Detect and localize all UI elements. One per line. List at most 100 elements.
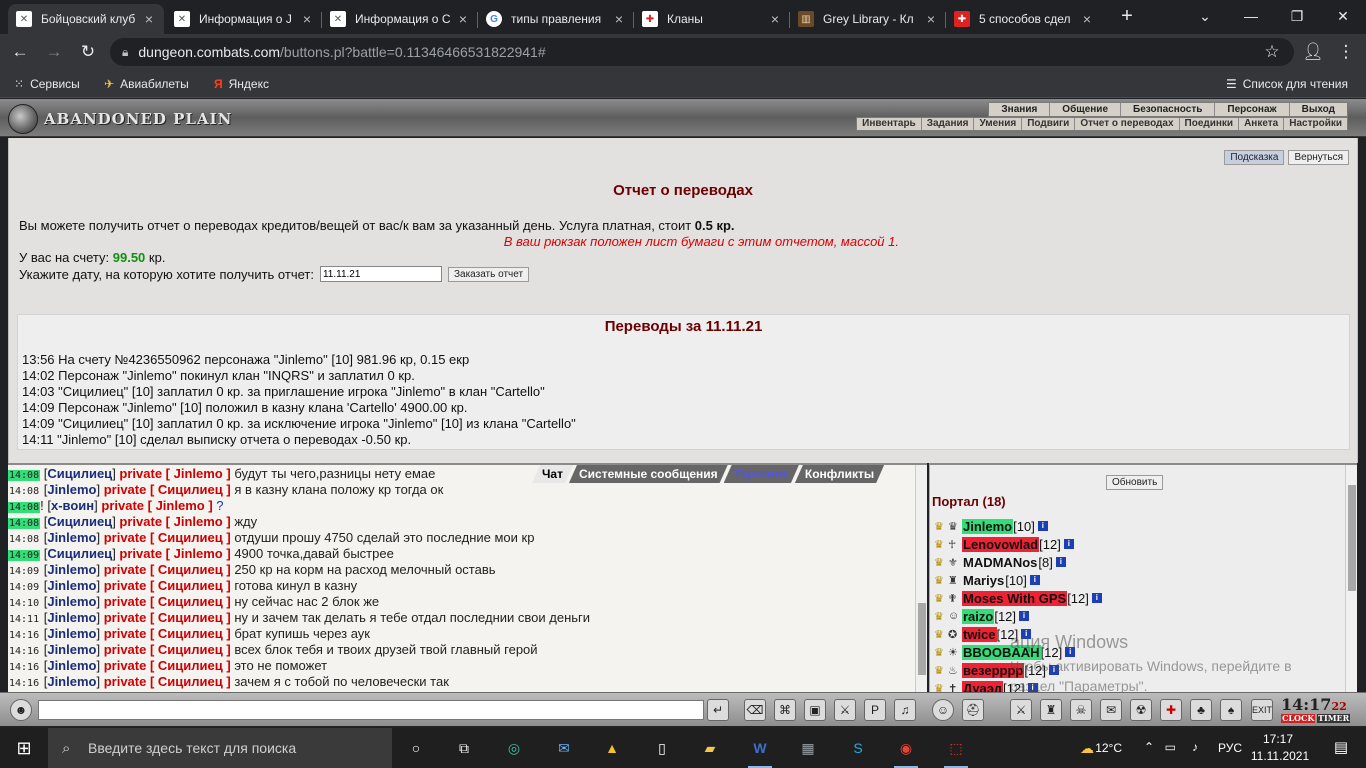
drive-icon[interactable]: ▲ (600, 736, 624, 760)
bookmark-services[interactable]: ⁙ Сервисы (14, 75, 80, 93)
clan-icon[interactable]: ☥ (948, 538, 960, 551)
private-recipient[interactable]: private [ Сицилиец ] (104, 642, 231, 657)
scroll-icon[interactable]: ✉ (1100, 699, 1122, 721)
tab-google[interactable]: G типы правления × (478, 4, 634, 34)
tab-chat[interactable]: Чат (532, 465, 573, 483)
profile-icon[interactable]: 👤︎ (1301, 40, 1325, 64)
message-time[interactable]: 14:16 (8, 630, 40, 641)
info-icon[interactable]: i (1037, 521, 1048, 531)
private-recipient[interactable]: private [ Сицилиец ] (104, 658, 231, 673)
language-indicator[interactable]: РУС (1218, 741, 1242, 755)
bookmark-flights[interactable]: ✈ Авиабилеты (104, 75, 189, 93)
sender-name[interactable]: Сицилиец (47, 466, 112, 481)
back-button[interactable]: Вернуться (1288, 150, 1349, 165)
exit-button[interactable]: EXIT (1251, 699, 1273, 721)
tray-time[interactable]: 17:17 (1250, 732, 1306, 746)
taskbar-search[interactable]: ⌕ Введите здесь текст для поиска (48, 728, 392, 768)
bag-icon[interactable]: ♜ (1040, 699, 1062, 721)
sender-name[interactable]: Jinlemo (47, 578, 96, 593)
private-recipient[interactable]: private [ Сицилиец ] (104, 530, 231, 545)
close-tab-icon[interactable]: × (456, 11, 470, 27)
tab-clans[interactable]: ✚ Кланы × (634, 4, 790, 34)
notification-icon[interactable]: ▤ (1334, 738, 1348, 756)
player-scrollbar[interactable] (1345, 465, 1357, 692)
info-icon[interactable]: i (1091, 593, 1102, 603)
tray-date[interactable]: 11.11.2021 (1244, 749, 1316, 763)
star-icon[interactable]: ☆ (1260, 40, 1284, 64)
player-row[interactable]: ♛ ☺ raizo [12] i (934, 607, 1342, 625)
close-tab-icon[interactable]: × (142, 11, 156, 27)
submenu-item[interactable]: Задания (920, 118, 974, 130)
eraser-icon[interactable]: ⌫ (744, 699, 766, 721)
message-time[interactable]: 14:09 (8, 550, 41, 561)
private-recipient[interactable]: private [ Сицилиец ] (104, 562, 231, 577)
message-time[interactable]: 14:09 (8, 566, 40, 577)
player-row[interactable]: ♛ ♛ Jinlemo [10] i (934, 517, 1342, 535)
tab-trade[interactable]: Торговля (724, 465, 799, 483)
submenu-item[interactable]: Умения (973, 118, 1021, 130)
sender-name[interactable]: Сицилиец (47, 514, 112, 529)
refresh-button[interactable]: Обновить (1106, 475, 1164, 490)
close-tab-icon[interactable]: × (612, 11, 626, 27)
message-time[interactable]: 14:08 (8, 470, 41, 481)
bookmark-yandex[interactable]: Я Яндекс (214, 75, 269, 93)
menu-item[interactable]: Персонаж (1214, 103, 1288, 116)
message-time[interactable]: 14:08 (8, 518, 41, 529)
cortana-icon[interactable]: ○ (404, 736, 428, 760)
message-time[interactable]: 14:16 (8, 646, 40, 657)
player-row[interactable]: ♛ ☥ Lenovowlad [12] i (934, 535, 1342, 553)
message-time[interactable]: 14:08 (8, 534, 40, 545)
private-recipient[interactable]: private [ Сицилиец ] (104, 594, 231, 609)
minimize-button[interactable]: — (1228, 0, 1274, 32)
player-name[interactable]: Mariys (962, 573, 1005, 588)
reading-list[interactable]: ☰ Список для чтения (1226, 75, 1348, 93)
clan-icon[interactable]: ♨ (948, 664, 960, 677)
message-time[interactable]: 14:08 (8, 486, 40, 497)
kebab-menu-icon[interactable]: ⋮ (1334, 40, 1358, 64)
private-recipient[interactable]: private [ Jinlemo ] (119, 514, 230, 529)
save-icon[interactable]: ▣ (804, 699, 826, 721)
close-tab-icon[interactable]: × (924, 11, 938, 27)
submenu-item[interactable]: Настройки (1283, 118, 1347, 130)
order-report-button[interactable]: Заказать отчет (447, 266, 530, 282)
edge-icon[interactable]: ◎ (502, 736, 526, 760)
folder-icon[interactable]: ▰ (698, 736, 722, 760)
sender-name[interactable]: Jinlemo (47, 482, 96, 497)
hint-button[interactable]: Подсказка (1224, 150, 1285, 165)
close-tab-icon[interactable]: × (1080, 11, 1094, 27)
network-icon[interactable]: ▭ (1165, 740, 1176, 754)
submenu-item[interactable]: Поединки (1178, 118, 1239, 130)
mask-icon[interactable]: ☠ (1070, 699, 1092, 721)
private-recipient[interactable]: private [ Сицилиец ] (104, 626, 231, 641)
private-recipient[interactable]: private [ Сицилиец ] (104, 482, 231, 497)
volume-icon[interactable]: ♪ (1192, 740, 1198, 754)
private-recipient[interactable]: private [ Сицилиец ] (104, 674, 231, 689)
player-name[interactable]: twice (962, 626, 997, 642)
menu-item[interactable]: Безопасность (1120, 103, 1214, 116)
player-row[interactable]: ♛ ⚜ MADMANos [8] i (934, 553, 1342, 571)
tab-search-icon[interactable]: ⌄ (1182, 0, 1228, 32)
filter-icon[interactable]: ⌘ (774, 699, 796, 721)
back-arrow-icon[interactable]: ← (8, 40, 32, 64)
menu-item[interactable]: Общение (1049, 103, 1120, 116)
sender-name[interactable]: Jinlemo (47, 642, 96, 657)
clan-icon[interactable]: ☀ (948, 646, 960, 659)
clan-icon[interactable]: ✪ (948, 628, 960, 641)
emoji-icon[interactable]: ☺ (932, 699, 954, 721)
message-time[interactable]: 14:11 (8, 614, 40, 625)
tab-fight-club[interactable]: ✕ Бойцовский клуб × (8, 4, 164, 34)
close-window-button[interactable]: ✕ (1320, 0, 1366, 32)
chrome-icon[interactable]: ◉ (894, 736, 918, 768)
submenu-item[interactable]: Подвиги (1021, 118, 1074, 130)
smiley-icon[interactable]: ☻ (10, 699, 32, 721)
group-icon[interactable]: ♣ (1190, 699, 1212, 721)
sender-name[interactable]: Jinlemo (47, 562, 96, 577)
player-row[interactable]: ♛ ✟ Moses With GPS [12] i (934, 589, 1342, 607)
submenu-item[interactable]: Анкета (1238, 118, 1283, 130)
clan-icon[interactable]: ☺ (948, 610, 960, 622)
mic-icon[interactable]: ♫ (894, 699, 916, 721)
private-recipient[interactable]: private [ Jinlemo ] (119, 546, 230, 561)
private-recipient[interactable]: private [ Jinlemo ] (119, 466, 230, 481)
player-name[interactable]: Lenovowlad (962, 536, 1040, 552)
info-icon[interactable]: i (1019, 611, 1030, 621)
